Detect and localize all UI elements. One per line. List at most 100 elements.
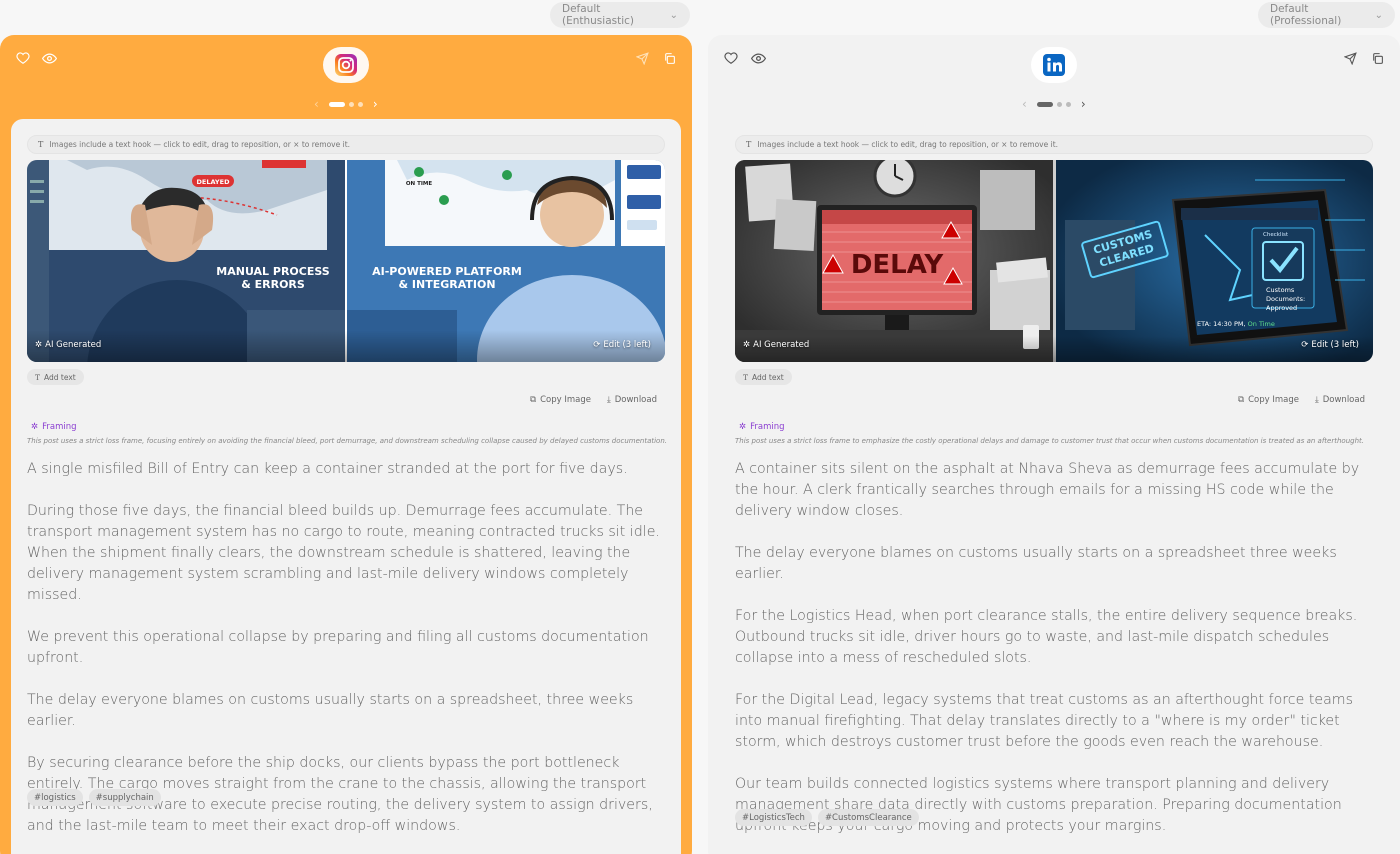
pager-dot[interactable] (1056, 101, 1062, 107)
ai-generated-badge: ✲ AI Generated (35, 340, 101, 350)
image-actions: ⧉ Copy Image ⤓ Download (1238, 395, 1365, 405)
text-hook-hint: T Images include a text hook — click to … (27, 135, 665, 154)
ai-generated-badge: ✲ AI Generated (743, 340, 809, 350)
download-icon: ⤓ (606, 395, 611, 405)
linkedin-logo-icon (1043, 54, 1065, 76)
framing-description: This post uses a strict loss frame, focu… (27, 437, 668, 445)
add-text-button[interactable]: T Add text (735, 369, 792, 385)
post-body[interactable]: A container sits silent on the asphalt a… (735, 459, 1371, 854)
preview-button[interactable] (40, 49, 58, 67)
tone-select-left[interactable]: Default (Enthusiastic) ⌄ (550, 2, 690, 28)
image-pager: ‹ › (308, 97, 384, 111)
download-icon: ⤓ (1314, 395, 1319, 405)
image-pager: ‹ › (1016, 97, 1092, 111)
copy-post-button[interactable] (660, 49, 678, 67)
post-paragraph: We prevent this operational collapse by … (27, 629, 649, 666)
hashtag-list: #LogisticsTech #CustomsClearance (735, 809, 919, 826)
eye-icon (750, 52, 766, 64)
hashtag[interactable]: #LogisticsTech (735, 809, 812, 826)
post-image[interactable]: DELAYED MANUAL PROCESS& ERRORS ON TIME (27, 160, 665, 362)
framing-description: This post uses a strict loss frame to em… (735, 437, 1364, 445)
copy-icon (664, 52, 675, 64)
tone-select-value: Default (Professional) (1270, 3, 1342, 27)
tone-select-right[interactable]: Default (Professional) ⌄ (1258, 2, 1395, 28)
share-button[interactable] (1341, 49, 1359, 67)
illustration-manual-vs-ai: DELAYED MANUAL PROCESS& ERRORS ON TIME (27, 160, 665, 362)
edit-image-label: Edit (3 left) (1311, 340, 1359, 350)
download-button[interactable]: ⤓ Download (1315, 395, 1365, 405)
send-icon (635, 51, 649, 65)
eye-icon (41, 52, 57, 64)
illustration-delay-vs-cleared: DELAY CUSTOMSCLEARED Checklist Customs D… (735, 160, 1373, 362)
prev-image-button[interactable]: ‹ (1022, 97, 1027, 111)
checklist-title: Checklist (1263, 232, 1289, 238)
share-button[interactable] (633, 49, 651, 67)
framing-label-text: Framing (42, 422, 77, 432)
sparkle-icon: ✲ (35, 340, 43, 350)
like-button[interactable] (14, 49, 32, 67)
post-card: T Images include a text hook — click to … (11, 119, 681, 854)
heart-icon (724, 52, 738, 64)
pager-dot[interactable] (328, 101, 345, 107)
text-hook-hint: T Images include a text hook — click to … (735, 135, 1373, 154)
pager-dot[interactable] (348, 101, 354, 107)
checklist-item: Approved (1266, 304, 1297, 312)
download-label: Download (614, 395, 657, 405)
copy-icon (1372, 52, 1383, 64)
post-paragraph: A container sits silent on the asphalt a… (735, 461, 1360, 519)
next-image-button[interactable]: › (373, 97, 378, 111)
prev-image-button[interactable]: ‹ (314, 97, 319, 111)
download-label: Download (1322, 395, 1365, 405)
hashtag[interactable]: #supplychain (88, 789, 161, 806)
add-text-button[interactable]: T Add text (27, 369, 84, 385)
post-card: T Images include a text hook — click to … (719, 119, 1389, 854)
copy-image-label: Copy Image (1248, 395, 1299, 405)
pager-dot[interactable] (1065, 101, 1071, 107)
post-paragraph: Our team builds connected logistics syst… (735, 776, 1342, 834)
pager-dot[interactable] (357, 101, 363, 107)
sparkle-icon: ✲ (743, 340, 751, 350)
pager-dot[interactable] (1036, 101, 1053, 107)
ontime-tag: ON TIME (406, 181, 432, 187)
text-icon: T (746, 140, 752, 149)
copy-image-button[interactable]: ⧉ Copy Image (1238, 395, 1299, 405)
hashtag[interactable]: #logistics (27, 789, 83, 806)
copy-post-button[interactable] (1368, 49, 1386, 67)
hook-hint-text: Images include a text hook — click to ed… (49, 140, 351, 149)
preview-button[interactable] (749, 49, 767, 67)
edit-image-button[interactable]: ⟳ Edit (3 left) (593, 340, 651, 350)
post-paragraph: The delay everyone blames on customs usu… (27, 692, 634, 729)
chevron-down-icon: ⌄ (1374, 9, 1383, 21)
ai-generated-label: AI Generated (45, 340, 102, 350)
heart-icon (16, 52, 30, 64)
post-paragraph: For the Logistics Head, when port cleara… (735, 608, 1358, 666)
refresh-icon: ⟳ (1301, 340, 1309, 350)
hashtag-list: #logistics #supplychain (27, 789, 161, 806)
edit-image-label: Edit (3 left) (603, 340, 651, 350)
post-image[interactable]: DELAY CUSTOMSCLEARED Checklist Customs D… (735, 160, 1373, 362)
copy-icon: ⧉ (1238, 395, 1245, 405)
post-paragraph: A single misfiled Bill of Entry can keep… (27, 461, 628, 477)
delay-text: DELAY (851, 250, 945, 280)
ai-generated-label: AI Generated (753, 340, 810, 350)
add-text-label: Add text (44, 372, 76, 382)
add-text-label: Add text (752, 372, 784, 382)
hashtag[interactable]: #CustomsClearance (817, 809, 919, 826)
hook-hint-text: Images include a text hook — click to ed… (757, 140, 1059, 149)
instagram-logo-icon (335, 54, 357, 76)
copy-image-button[interactable]: ⧉ Copy Image (530, 395, 591, 405)
next-image-button[interactable]: › (1081, 97, 1086, 111)
text-icon: T (38, 140, 44, 149)
download-button[interactable]: ⤓ Download (607, 395, 657, 405)
chevron-down-icon: ⌄ (669, 9, 678, 21)
like-button[interactable] (722, 49, 740, 67)
image-actions: ⧉ Copy Image ⤓ Download (530, 395, 657, 405)
post-paragraph: During those five days, the financial bl… (27, 503, 660, 603)
copy-image-label: Copy Image (540, 395, 591, 405)
edit-image-button[interactable]: ⟳ Edit (3 left) (1301, 340, 1359, 350)
checklist-item: Documents: (1266, 295, 1305, 303)
framing-label: ✲ Framing (739, 422, 785, 432)
framing-label-text: Framing (750, 422, 785, 432)
post-paragraph: For the Digital Lead, legacy systems tha… (735, 692, 1354, 750)
delayed-tag: DELAYED (197, 178, 231, 186)
